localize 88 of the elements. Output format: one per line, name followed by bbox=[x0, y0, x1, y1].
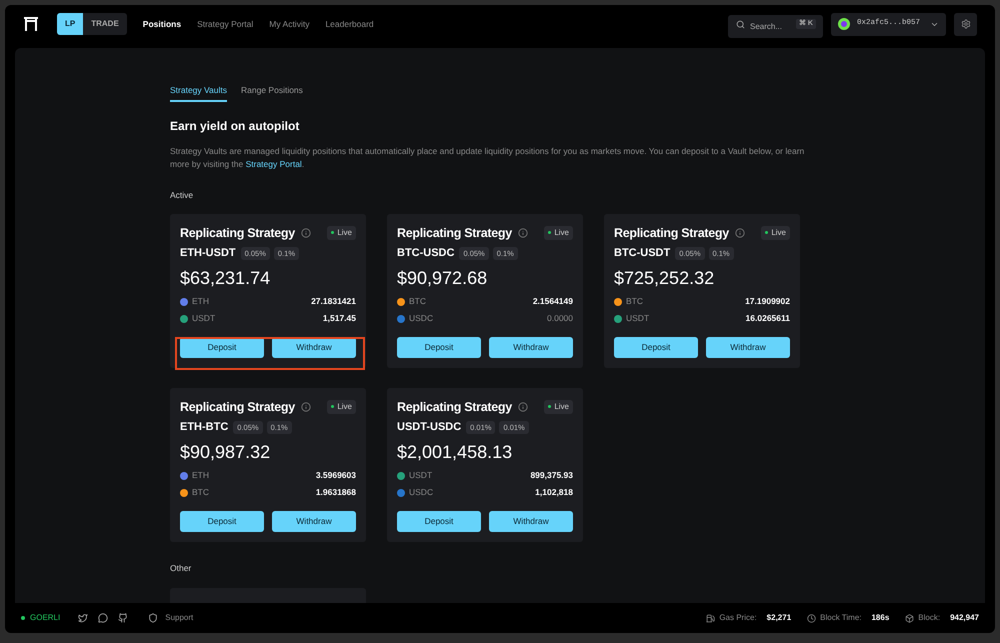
token-amount: 3.5969603 bbox=[316, 469, 356, 482]
section-tab[interactable]: Strategy Vaults bbox=[170, 84, 228, 102]
settings-button[interactable] bbox=[954, 12, 977, 36]
vault-value: $90,972.68 bbox=[397, 266, 488, 290]
stat-label: Gas Price: bbox=[719, 612, 757, 624]
status-badge: Live bbox=[327, 400, 356, 414]
deposit-button[interactable]: Deposit bbox=[180, 336, 264, 358]
search-icon bbox=[736, 20, 745, 28]
mode-toggle[interactable]: TRADE bbox=[83, 13, 127, 35]
stat-value: 186s bbox=[871, 612, 890, 624]
token-amount: 17.1909902 bbox=[745, 295, 790, 308]
token-symbol: ETH bbox=[192, 295, 209, 308]
nav-link[interactable]: Strategy Portal bbox=[197, 18, 254, 30]
withdraw-button[interactable]: Withdraw bbox=[272, 336, 356, 358]
nav-link[interactable]: Leaderboard bbox=[325, 18, 374, 30]
token-amount: 16.0265611 bbox=[746, 312, 790, 326]
token-symbol: USDT bbox=[409, 469, 432, 482]
token-symbol: BTC bbox=[192, 486, 209, 500]
token-amount: 2.1564149 bbox=[532, 295, 573, 308]
cube-icon bbox=[905, 614, 914, 622]
deposit-button[interactable]: Deposit bbox=[614, 336, 698, 358]
vault-title: Replicating Strategy bbox=[614, 224, 729, 242]
token-symbol: BTC bbox=[626, 295, 643, 308]
status-badge: Live bbox=[544, 400, 573, 414]
gate-logo-icon[interactable] bbox=[23, 16, 39, 32]
stat-value: 942,947 bbox=[950, 612, 979, 624]
token-symbol: BTC bbox=[409, 295, 426, 308]
deposit-button[interactable]: Deposit bbox=[397, 510, 481, 532]
section-label: Other bbox=[170, 562, 192, 574]
status-badge: Live bbox=[761, 226, 790, 240]
nav-link[interactable]: Positions bbox=[142, 18, 182, 30]
token-amount: 899,375.93 bbox=[530, 469, 573, 482]
stat-value: $2,271 bbox=[766, 612, 792, 624]
status-badge: Live bbox=[327, 226, 356, 240]
chat-icon[interactable] bbox=[98, 613, 108, 623]
pair-label: BTC-USDC bbox=[397, 246, 454, 262]
fuel-icon bbox=[706, 614, 716, 622]
twitter-icon[interactable] bbox=[78, 613, 88, 623]
token-amount: 0.0000 bbox=[547, 312, 573, 326]
vault-title: Replicating Strategy bbox=[397, 224, 512, 242]
token-symbol: USDT bbox=[192, 312, 216, 326]
token-amount: 1.9631868 bbox=[316, 486, 356, 500]
token-symbol: USDC bbox=[409, 312, 434, 326]
token-symbol: ETH bbox=[192, 469, 209, 482]
vault-title: Replicating Strategy bbox=[397, 398, 512, 416]
info-icon[interactable] bbox=[300, 228, 311, 238]
support-link[interactable]: Support bbox=[165, 612, 194, 624]
status-badge: Live bbox=[544, 226, 573, 240]
vault-value: $90,987.32 bbox=[180, 440, 272, 464]
deposit-button[interactable]: Deposit bbox=[397, 336, 481, 358]
vault-value: $2,001,458.13 bbox=[397, 440, 514, 464]
pair-label: ETH-BTC bbox=[180, 420, 228, 436]
vault-title: Replicating Strategy bbox=[180, 224, 295, 242]
github-icon[interactable] bbox=[118, 613, 128, 623]
info-icon[interactable] bbox=[518, 402, 528, 412]
info-icon[interactable] bbox=[734, 228, 745, 238]
deposit-button[interactable]: Deposit bbox=[180, 510, 264, 532]
settings-icon bbox=[960, 19, 970, 29]
withdraw-button[interactable]: Withdraw bbox=[489, 510, 573, 532]
nav-link[interactable]: My Activity bbox=[269, 18, 310, 30]
strategy-portal-link[interactable]: Strategy Portal bbox=[246, 158, 302, 169]
clock-icon bbox=[807, 614, 816, 622]
pair-label: BTC-USDT bbox=[614, 246, 670, 262]
stat-label: Block Time: bbox=[820, 612, 862, 624]
token-symbol: USDT bbox=[626, 312, 650, 326]
token-amount: 1,102,818 bbox=[535, 486, 573, 500]
vault-title: Replicating Strategy bbox=[180, 398, 295, 416]
support-icon bbox=[148, 613, 158, 623]
pair-label: USDT-USDC bbox=[397, 420, 462, 436]
token-symbol: USDC bbox=[409, 486, 434, 500]
info-icon[interactable] bbox=[300, 402, 311, 412]
avatar-icon bbox=[838, 18, 850, 30]
intro-paragraph: Strategy Vaults are managed liquidity positions that automatically place and update liquidity positions for you as markets move. You can deposit to a Vault below, or learn more by visiting the Strategy Portal. bbox=[170, 144, 806, 171]
section-tab[interactable]: Range Positions bbox=[241, 84, 303, 102]
mode-toggle[interactable]: LP bbox=[57, 13, 84, 35]
pair-label: ETH-USDT bbox=[180, 246, 236, 262]
stat-label: Block: bbox=[918, 612, 940, 624]
vault-value: $725,252.32 bbox=[614, 266, 716, 290]
section-label: Active bbox=[170, 188, 194, 202]
withdraw-button[interactable]: Withdraw bbox=[706, 336, 790, 358]
token-amount: 27.1831421 bbox=[311, 295, 356, 308]
network-indicator: GOERLI bbox=[21, 612, 60, 624]
page-heading: Earn yield on autopilot bbox=[170, 118, 300, 135]
info-icon[interactable] bbox=[518, 228, 528, 238]
token-amount: 1,517.45 bbox=[322, 312, 356, 326]
withdraw-button[interactable]: Withdraw bbox=[489, 336, 573, 358]
vault-value: $63,231.74 bbox=[180, 266, 272, 290]
withdraw-button[interactable]: Withdraw bbox=[272, 510, 356, 532]
